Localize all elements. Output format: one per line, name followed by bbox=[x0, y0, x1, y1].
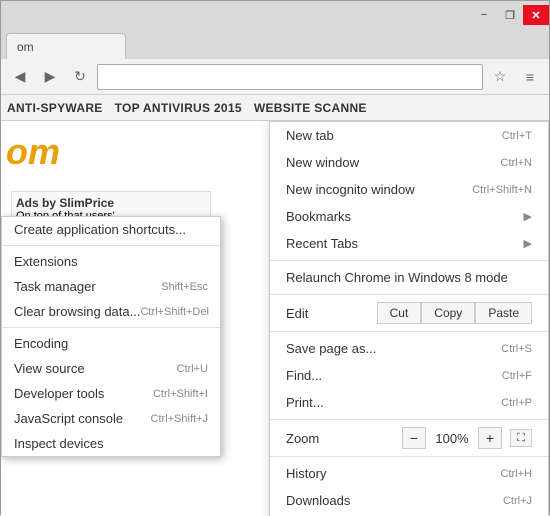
left-menu-js-console-label: JavaScript console bbox=[14, 411, 123, 426]
left-menu-task-manager-shortcut: Shift+Esc bbox=[161, 281, 208, 293]
menu-bookmarks-label: Bookmarks bbox=[286, 209, 351, 224]
menu-print-shortcut: Ctrl+P bbox=[501, 397, 532, 409]
left-menu-view-source[interactable]: View source Ctrl+U bbox=[2, 356, 220, 381]
zoom-expand-button[interactable]: ⛶ bbox=[510, 429, 532, 447]
menu-icon[interactable]: ≡ bbox=[517, 64, 543, 90]
menu-sep-5 bbox=[270, 456, 548, 457]
bookmark-item-antivirus[interactable]: TOP ANTIVIRUS 2015 bbox=[115, 101, 242, 115]
menu-sep-2 bbox=[270, 294, 548, 295]
left-menu-clear-browsing-label: Clear browsing data... bbox=[14, 304, 140, 319]
site-logo: om bbox=[6, 131, 60, 173]
active-tab[interactable]: om bbox=[6, 33, 126, 59]
menu-bookmarks-arrow: ▶ bbox=[524, 210, 532, 223]
left-context-menu: Create application shortcuts... Extensio… bbox=[1, 216, 221, 457]
menu-downloads-shortcut: Ctrl+J bbox=[503, 495, 532, 507]
menu-paste-button[interactable]: Paste bbox=[475, 302, 532, 324]
left-menu-task-manager[interactable]: Task manager Shift+Esc bbox=[2, 274, 220, 299]
menu-new-window-shortcut: Ctrl+N bbox=[501, 157, 532, 169]
menu-new-window-label: New window bbox=[286, 155, 359, 170]
title-bar-controls: − ❐ ✕ bbox=[471, 5, 549, 25]
bookmark-item-antispyware[interactable]: ANTI-SPYWARE bbox=[7, 101, 103, 115]
chrome-menu: New tab Ctrl+T New window Ctrl+N New inc… bbox=[269, 121, 549, 516]
left-menu-separator-1 bbox=[2, 245, 220, 246]
menu-zoom-row: Zoom − 100% + ⛶ bbox=[270, 423, 548, 453]
omnibox[interactable] bbox=[97, 64, 483, 90]
menu-print[interactable]: Print... Ctrl+P bbox=[270, 389, 548, 416]
menu-copy-button[interactable]: Copy bbox=[421, 302, 475, 324]
zoom-plus-button[interactable]: + bbox=[478, 427, 502, 449]
left-menu-developer-tools-shortcut: Ctrl+Shift+I bbox=[153, 388, 208, 400]
back-button[interactable]: ◀ bbox=[7, 64, 33, 90]
forward-button[interactable]: ▶ bbox=[37, 64, 63, 90]
menu-find-label: Find... bbox=[286, 368, 322, 383]
menu-save-page-shortcut: Ctrl+S bbox=[501, 343, 532, 355]
left-menu-developer-tools-label: Developer tools bbox=[14, 386, 104, 401]
menu-recent-tabs-label: Recent Tabs bbox=[286, 236, 358, 251]
menu-edit-label: Edit bbox=[286, 306, 377, 321]
tab-bar: om bbox=[1, 29, 549, 59]
left-menu-js-console[interactable]: JavaScript console Ctrl+Shift+J bbox=[2, 406, 220, 431]
menu-save-page[interactable]: Save page as... Ctrl+S bbox=[270, 335, 548, 362]
menu-new-incognito[interactable]: New incognito window Ctrl+Shift+N bbox=[270, 176, 548, 203]
menu-sep-3 bbox=[270, 331, 548, 332]
menu-print-label: Print... bbox=[286, 395, 324, 410]
menu-zoom-label: Zoom bbox=[286, 431, 394, 446]
left-menu-developer-tools[interactable]: Developer tools Ctrl+Shift+I bbox=[2, 381, 220, 406]
menu-history[interactable]: History Ctrl+H bbox=[270, 460, 548, 487]
ad-title: Ads by SlimPrice bbox=[16, 196, 206, 210]
menu-edit-row: Edit Cut Copy Paste bbox=[270, 298, 548, 328]
bookmark-item-scanner[interactable]: WEBSITE SCANNE bbox=[254, 101, 367, 115]
star-icon[interactable]: ☆ bbox=[487, 64, 513, 90]
menu-sep-4 bbox=[270, 419, 548, 420]
bookmarks-bar: ANTI-SPYWARE TOP ANTIVIRUS 2015 WEBSITE … bbox=[1, 95, 549, 121]
left-menu-view-source-label: View source bbox=[14, 361, 85, 376]
zoom-minus-button[interactable]: − bbox=[402, 427, 426, 449]
left-menu-separator-2 bbox=[2, 327, 220, 328]
close-button[interactable]: ✕ bbox=[523, 5, 549, 25]
tab-label: om bbox=[17, 40, 34, 54]
menu-new-incognito-label: New incognito window bbox=[286, 182, 415, 197]
left-menu-create-shortcuts[interactable]: Create application shortcuts... bbox=[2, 217, 220, 242]
menu-relaunch-label: Relaunch Chrome in Windows 8 mode bbox=[286, 270, 508, 285]
left-menu-clear-browsing[interactable]: Clear browsing data... Ctrl+Shift+Del bbox=[2, 299, 220, 324]
maximize-button[interactable]: ❐ bbox=[497, 5, 523, 25]
left-menu-create-shortcuts-label: Create application shortcuts... bbox=[14, 222, 186, 237]
left-menu-encoding[interactable]: Encoding bbox=[2, 331, 220, 356]
toolbar: ◀ ▶ ↻ ☆ ≡ bbox=[1, 59, 549, 95]
menu-sep-1 bbox=[270, 260, 548, 261]
title-bar: − ❐ ✕ bbox=[1, 1, 549, 29]
menu-save-page-label: Save page as... bbox=[286, 341, 376, 356]
menu-recent-tabs[interactable]: Recent Tabs ▶ bbox=[270, 230, 548, 257]
minimize-button[interactable]: − bbox=[471, 5, 497, 25]
menu-history-label: History bbox=[286, 466, 326, 481]
left-menu-inspect-devices-label: Inspect devices bbox=[14, 436, 104, 451]
left-menu-clear-browsing-shortcut: Ctrl+Shift+Del bbox=[140, 306, 208, 318]
left-menu-extensions-label: Extensions bbox=[14, 254, 78, 269]
menu-recent-tabs-arrow: ▶ bbox=[524, 237, 532, 250]
menu-downloads-label: Downloads bbox=[286, 493, 350, 508]
menu-new-tab[interactable]: New tab Ctrl+T bbox=[270, 122, 548, 149]
left-menu-task-manager-label: Task manager bbox=[14, 279, 96, 294]
left-menu-js-console-shortcut: Ctrl+Shift+J bbox=[151, 413, 208, 425]
page-content: om Ads by SlimPrice On top of that users… bbox=[1, 121, 549, 516]
menu-cut-button[interactable]: Cut bbox=[377, 302, 422, 324]
menu-history-shortcut: Ctrl+H bbox=[501, 468, 532, 480]
menu-downloads[interactable]: Downloads Ctrl+J bbox=[270, 487, 548, 514]
browser-window: − ❐ ✕ om ◀ ▶ ↻ ☆ ≡ ANTI-SPYWARE TOP ANTI… bbox=[0, 0, 550, 515]
menu-bookmarks[interactable]: Bookmarks ▶ bbox=[270, 203, 548, 230]
menu-find[interactable]: Find... Ctrl+F bbox=[270, 362, 548, 389]
left-menu-extensions[interactable]: Extensions bbox=[2, 249, 220, 274]
zoom-value: 100% bbox=[434, 431, 470, 446]
reload-button[interactable]: ↻ bbox=[67, 64, 93, 90]
menu-new-window[interactable]: New window Ctrl+N bbox=[270, 149, 548, 176]
left-menu-encoding-label: Encoding bbox=[14, 336, 68, 351]
left-menu-view-source-shortcut: Ctrl+U bbox=[177, 363, 208, 375]
left-menu-inspect-devices[interactable]: Inspect devices bbox=[2, 431, 220, 456]
menu-new-incognito-shortcut: Ctrl+Shift+N bbox=[472, 184, 532, 196]
menu-find-shortcut: Ctrl+F bbox=[502, 370, 532, 382]
menu-new-tab-label: New tab bbox=[286, 128, 334, 143]
menu-relaunch[interactable]: Relaunch Chrome in Windows 8 mode bbox=[270, 264, 548, 291]
menu-new-tab-shortcut: Ctrl+T bbox=[502, 130, 532, 142]
